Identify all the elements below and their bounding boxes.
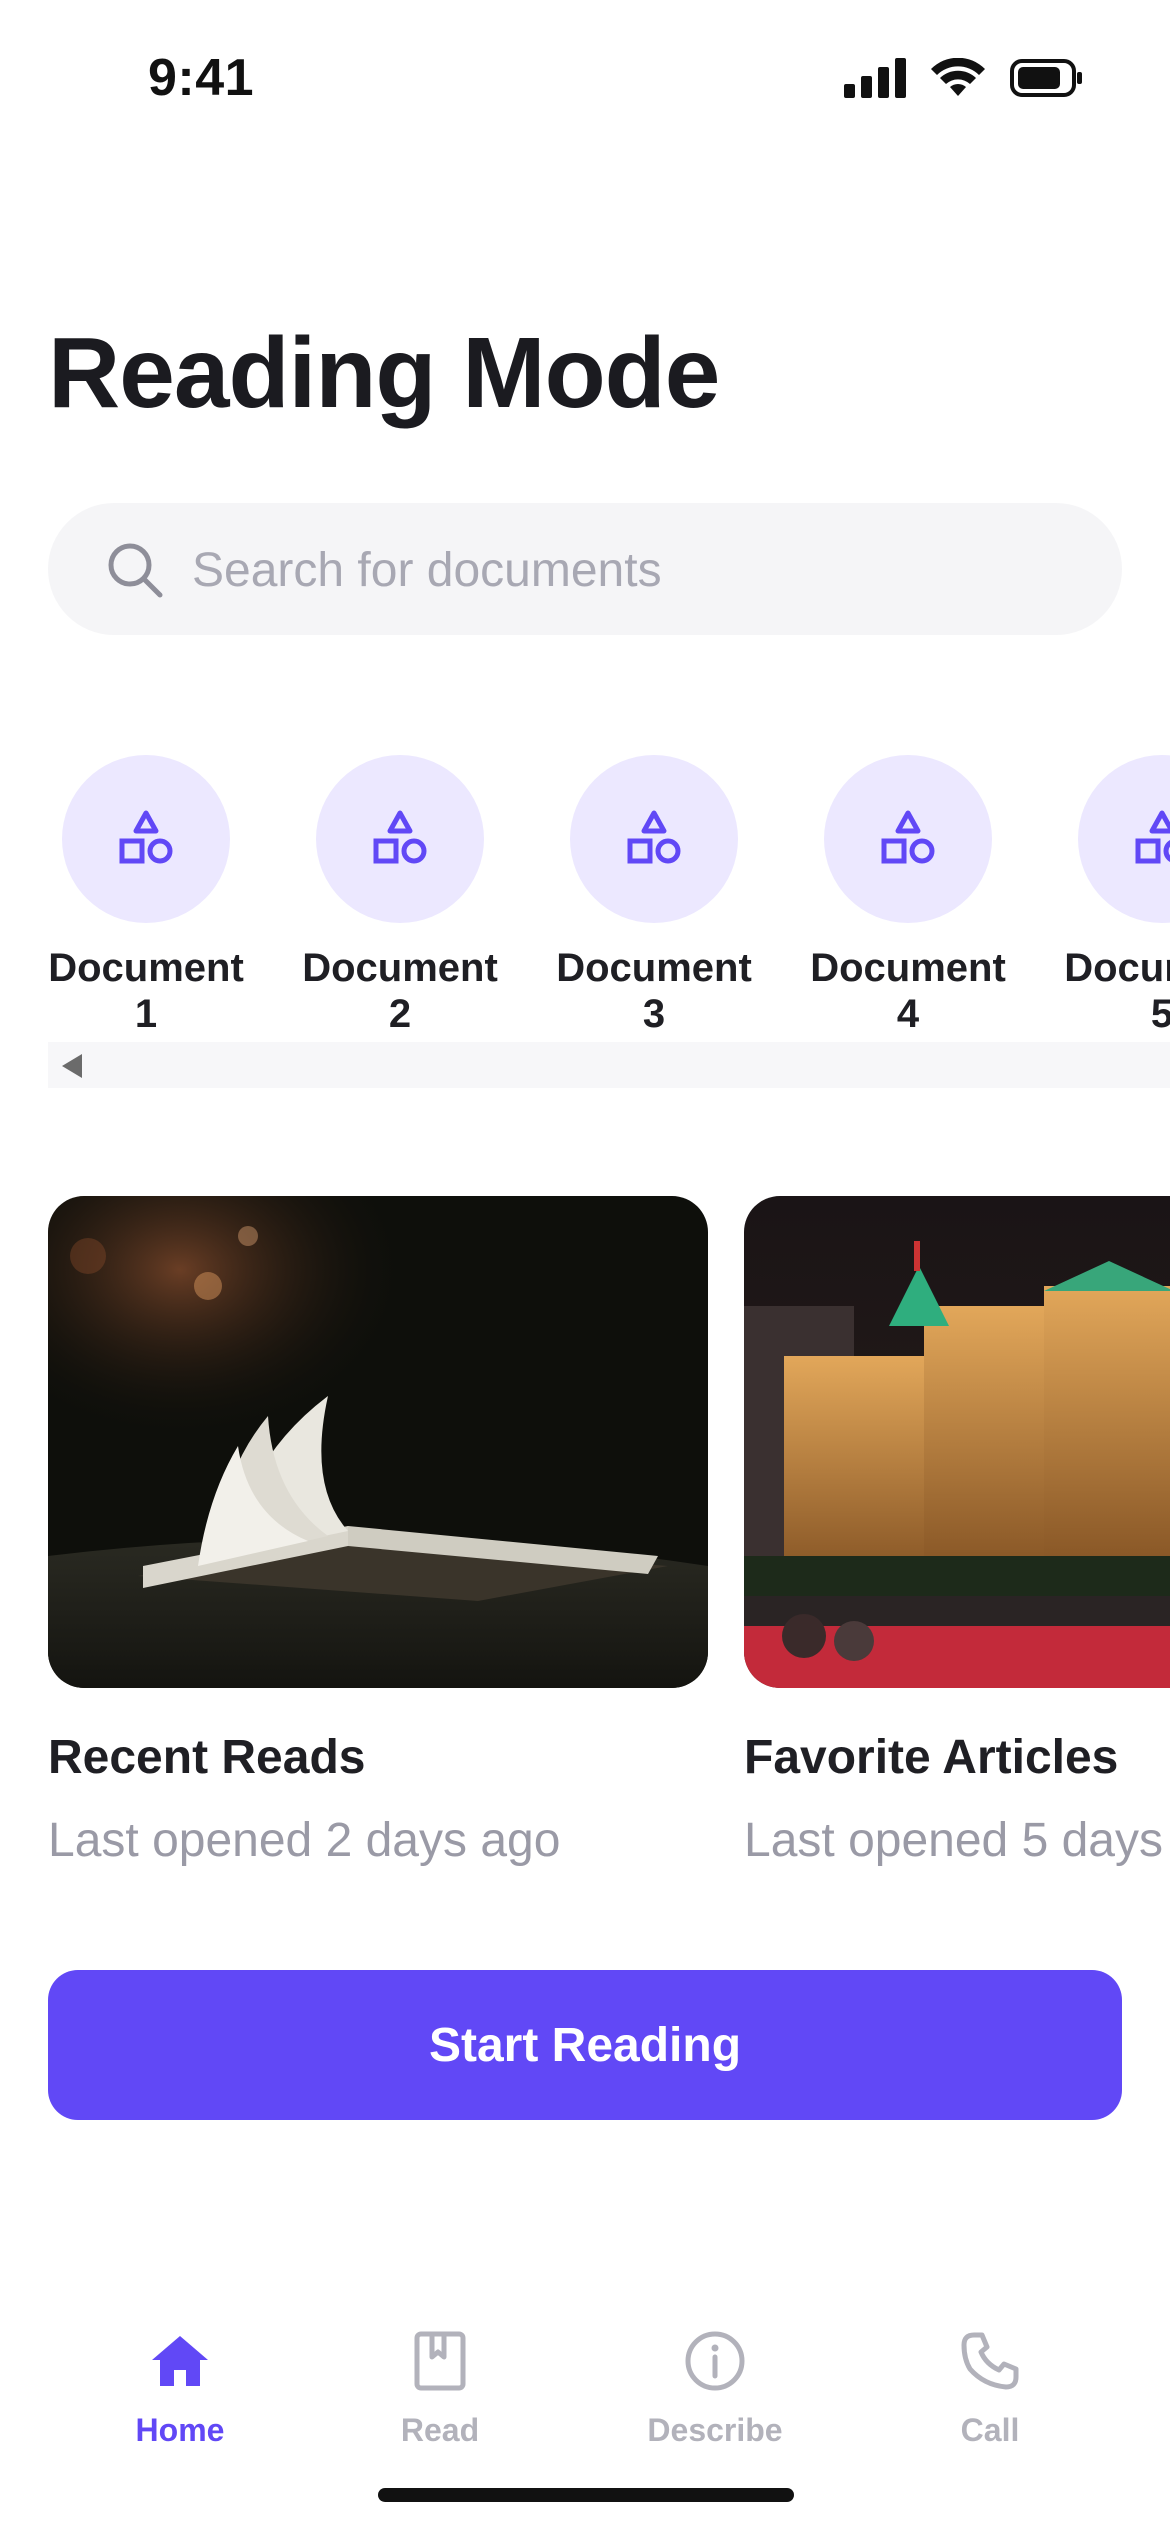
- tab-bar: Home Read Describe Call: [0, 2310, 1170, 2470]
- document-label: Document 4: [810, 946, 1006, 1036]
- tab-label: Call: [960, 2412, 1020, 2448]
- document-avatar: [62, 755, 230, 923]
- status-time: 9:41: [148, 49, 255, 107]
- card-recent-reads[interactable]: Recent Reads Last opened 2 days ago: [48, 1196, 708, 1868]
- document-item-5[interactable]: Document 5: [1062, 755, 1170, 1037]
- document-avatar: [570, 755, 738, 923]
- city-night-image: [744, 1196, 1170, 1688]
- tab-describe[interactable]: Describe: [605, 2326, 825, 2449]
- status-icons: [844, 58, 1084, 98]
- horizontal-scrollbar[interactable]: [48, 1042, 1170, 1088]
- tab-label: Home: [135, 2412, 225, 2448]
- card-subtitle: Last opened 2 days ago: [48, 1814, 561, 1867]
- info-icon: [685, 2331, 745, 2391]
- wifi-icon: [931, 58, 985, 96]
- shapes-icon: [1135, 810, 1170, 864]
- shapes-icon: [119, 810, 173, 864]
- home-indicator: [378, 2488, 794, 2502]
- tab-read[interactable]: Read: [330, 2326, 550, 2449]
- shapes-icon: [881, 810, 935, 864]
- document-label: Document 2: [302, 946, 498, 1036]
- document-label: Document 3: [556, 946, 752, 1036]
- open-book-image: [48, 1196, 708, 1688]
- card-title: Recent Reads: [48, 1731, 366, 1784]
- shapes-icon: [373, 810, 427, 864]
- cellular-signal-icon: [844, 58, 906, 98]
- search-icon: [108, 543, 163, 598]
- search-input[interactable]: [190, 503, 1074, 637]
- card-favorite-articles[interactable]: Favorite Articles Last opened 5 days ago: [744, 1196, 1170, 1868]
- page-title: Reading Mode: [48, 317, 720, 429]
- shapes-icon: [627, 810, 681, 864]
- documents-carousel[interactable]: Document 1 Document 2 Document 3 Documen…: [0, 755, 1170, 1055]
- tab-label: Read: [400, 2412, 480, 2448]
- tab-home[interactable]: Home: [70, 2326, 290, 2449]
- document-item-1[interactable]: Document 1: [46, 755, 246, 1037]
- home-icon: [152, 2336, 208, 2386]
- tab-call[interactable]: Call: [880, 2326, 1100, 2449]
- document-avatar: [1078, 755, 1170, 923]
- document-item-2[interactable]: Document 2: [300, 755, 500, 1037]
- battery-icon: [1010, 59, 1082, 97]
- status-bar: 9:41: [0, 0, 1170, 160]
- card-subtitle: Last opened 5 days ago: [744, 1814, 1170, 1867]
- card-title: Favorite Articles: [744, 1731, 1119, 1784]
- phone-icon: [961, 2332, 1019, 2390]
- scroll-left-arrow-icon[interactable]: [62, 1054, 84, 1078]
- document-item-4[interactable]: Document 4: [808, 755, 1008, 1037]
- search-bar[interactable]: [48, 503, 1122, 637]
- document-label: Document 5: [1064, 946, 1170, 1036]
- start-reading-button[interactable]: Start Reading: [48, 1970, 1122, 2120]
- document-avatar: [824, 755, 992, 923]
- document-item-3[interactable]: Document 3: [554, 755, 754, 1037]
- book-icon: [414, 2331, 466, 2391]
- tab-label: Describe: [647, 2412, 783, 2448]
- document-avatar: [316, 755, 484, 923]
- document-label: Document 1: [48, 946, 244, 1036]
